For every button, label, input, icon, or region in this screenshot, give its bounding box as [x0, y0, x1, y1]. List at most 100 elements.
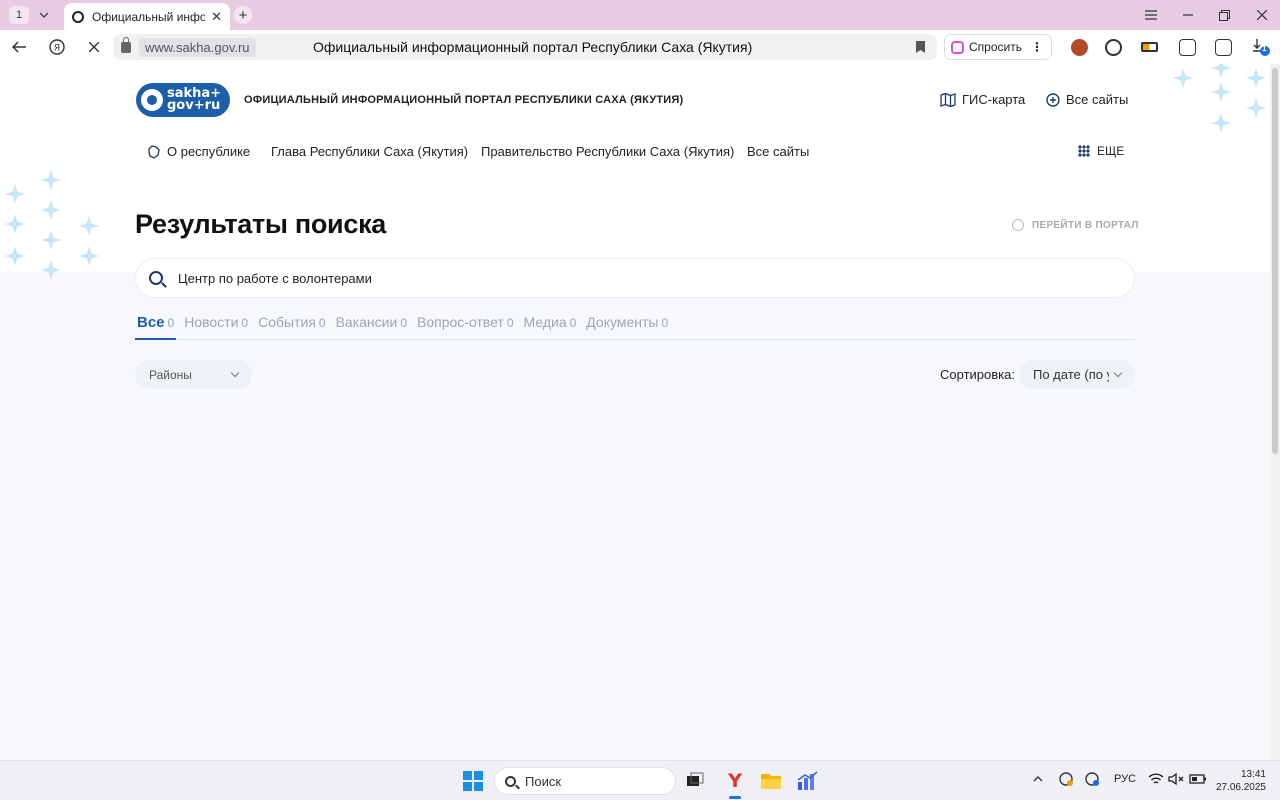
plus-circle-icon [1046, 92, 1060, 107]
tab-label: Все [137, 314, 165, 331]
logo-text: sakha+ gov+ru [167, 87, 221, 112]
chart-app-icon[interactable] [797, 771, 818, 791]
tab-count: 0 [506, 316, 514, 330]
browser-menu-icon[interactable] [1132, 0, 1169, 30]
search-icon[interactable] [149, 271, 163, 285]
districts-select[interactable]: Районы [135, 360, 252, 389]
decor-star-icon [1211, 64, 1231, 78]
downloads-badge: 1 [1262, 44, 1267, 53]
plus-circle-icon [1012, 219, 1024, 231]
system-clock[interactable]: 13:41 27.06.2025 [1214, 768, 1266, 794]
protect-shield-icon[interactable] [1215, 39, 1232, 56]
sync-icon[interactable] [1058, 771, 1074, 790]
tab-label: Вопрос-ответ [417, 314, 504, 330]
keyboard-language[interactable]: РУС [1114, 773, 1136, 785]
file-explorer-icon[interactable] [760, 771, 781, 791]
tab-count: 0 [241, 316, 249, 330]
nav-item-about[interactable]: О республике [147, 144, 250, 159]
sort-value: По дате (по у [1033, 367, 1109, 382]
tab-documents[interactable]: Документы 0 [584, 310, 670, 340]
browser-tab-active[interactable]: Официальный информ ✕ [64, 3, 230, 30]
extension-avatar-icon[interactable] [1071, 39, 1088, 56]
tab-qa[interactable]: Вопрос-ответ 0 [415, 310, 516, 340]
emblem-icon [141, 89, 163, 111]
page-body-background [0, 272, 1270, 760]
restore-icon[interactable] [1206, 0, 1243, 30]
task-view-icon[interactable] [686, 771, 706, 791]
page-scrollbar[interactable] [1270, 64, 1280, 760]
tab-count: 0 [400, 316, 407, 330]
windows-start-icon[interactable] [463, 771, 483, 791]
tab-list-chevron-icon[interactable] [37, 8, 51, 22]
network-globe-icon[interactable] [1084, 771, 1100, 790]
scrollbar-thumb[interactable] [1272, 68, 1278, 454]
decor-star-icon [79, 246, 99, 266]
stop-loading-icon[interactable] [85, 38, 103, 56]
decor-star-icon [5, 246, 25, 266]
search-icon [505, 775, 516, 787]
yandex-home-icon[interactable]: Я [48, 38, 66, 56]
republic-map-icon [148, 144, 160, 159]
back-arrow-icon[interactable] [10, 38, 28, 56]
decor-star-icon [1211, 113, 1231, 133]
gis-map-label: ГИС-карта [962, 92, 1026, 107]
ask-label: Спросить [969, 40, 1022, 54]
tab-label: Документы [586, 314, 659, 330]
decor-star-icon [41, 230, 61, 250]
all-sites-header-link[interactable]: Все сайты [1046, 92, 1128, 107]
taskbar-search[interactable]: Поиск [494, 767, 676, 795]
media-play-icon[interactable] [1105, 39, 1122, 56]
go-portal-label: ПЕРЕЙТИ В ПОРТАЛ [1032, 219, 1139, 231]
tab-vacancies[interactable]: Вакансии 0 [334, 310, 409, 340]
nav-item-head[interactable]: Глава Республики Саха (Якутия) [271, 144, 468, 159]
tab-count: 0 [569, 316, 577, 330]
search-input[interactable] [178, 270, 1078, 286]
browser-toolbar: Я www.sakha.gov.ru Официальный информаци… [0, 30, 1280, 64]
yandex-browser-icon[interactable]: Y [725, 771, 745, 791]
gis-map-link[interactable]: ГИС-карта [940, 92, 1025, 107]
tab-close-icon[interactable]: ✕ [211, 9, 222, 25]
map-icon [940, 92, 956, 107]
wifi-icon[interactable] [1148, 772, 1164, 789]
clock-date: 27.06.2025 [1215, 782, 1266, 793]
districts-label: Районы [149, 367, 192, 382]
go-portal-link[interactable]: ПЕРЕЙТИ В ПОРТАЛ [1012, 219, 1139, 231]
nav-item-all-sites[interactable]: Все сайты [747, 144, 809, 159]
tab-count: 0 [318, 316, 326, 330]
loading-favicon-icon [72, 10, 84, 23]
ask-alice-button[interactable]: Спросить ⋮ [944, 34, 1052, 60]
tab-media[interactable]: Медиа 0 [522, 310, 579, 340]
battery-saver-icon[interactable] [1141, 42, 1158, 52]
address-domain: www.sakha.gov.ru [139, 37, 256, 57]
portal-name: ОФИЦИАЛЬНЫЙ ИНФОРМАЦИОННЫЙ ПОРТАЛ РЕСПУБ… [244, 94, 684, 106]
clock-time: 13:41 [1240, 769, 1266, 780]
site-logo[interactable]: sakha+ gov+ru [136, 83, 230, 117]
speaker-muted-icon[interactable] [1168, 772, 1184, 789]
bookmark-icon[interactable] [916, 41, 925, 53]
tab-all[interactable]: Все 0 [135, 310, 177, 340]
grid-icon [1078, 145, 1090, 157]
tray-overflow-chevron-icon[interactable] [1033, 773, 1043, 785]
battery-icon[interactable] [1189, 772, 1207, 789]
new-tab-button[interactable]: + [234, 6, 252, 24]
decor-star-icon [1173, 68, 1193, 88]
tab-count: 0 [167, 316, 175, 330]
tab-news[interactable]: Новости 0 [182, 310, 250, 340]
result-tabs: Все 0 Новости 0 События 0 Вакансии 0 Вопрос-… [135, 310, 1135, 340]
nav-item-government[interactable]: Правительство Республики Саха (Якутия) [481, 144, 734, 159]
minimize-icon[interactable] [1169, 0, 1206, 30]
web-page: sakha+ gov+ru ОФИЦИАЛЬНЫЙ ИНФОРМАЦИОННЫЙ… [0, 64, 1270, 760]
decor-star-icon [79, 216, 99, 236]
ask-menu-icon[interactable]: ⋮ [1031, 40, 1043, 54]
address-bar[interactable]: www.sakha.gov.ru Официальный информацион… [113, 34, 937, 60]
tab-counter[interactable]: 1 [9, 6, 29, 24]
tab-title: Официальный информ [92, 9, 206, 24]
sort-select[interactable]: По дате (по у [1019, 360, 1135, 389]
nav-more-button[interactable]: ЕЩЕ [1078, 144, 1124, 158]
collections-icon[interactable] [1179, 39, 1196, 56]
tab-label: Вакансии [335, 314, 398, 330]
downloads-icon[interactable]: 1 [1251, 37, 1271, 57]
decor-star-icon [41, 200, 61, 220]
tab-events[interactable]: События 0 [256, 310, 327, 340]
window-close-icon[interactable] [1243, 0, 1280, 30]
